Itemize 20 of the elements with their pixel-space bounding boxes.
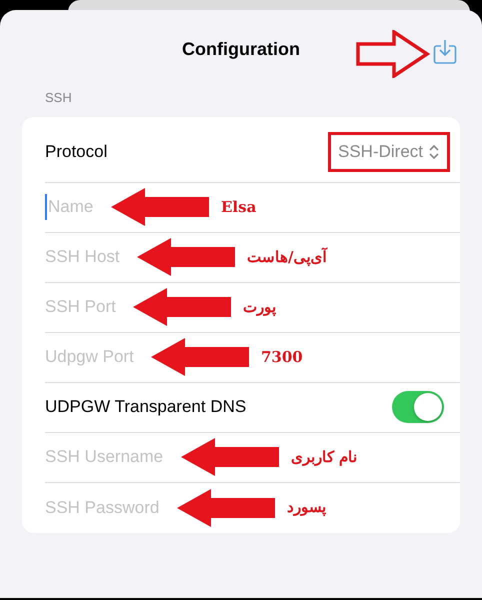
protocol-picker[interactable]: SSH-Direct [336,139,442,165]
annotation-text: Elsa [221,196,256,218]
input-field[interactable]: SSH Password [45,494,163,520]
annotation-text: نام کاربری [291,446,358,468]
annotation-text: 7300 [261,346,303,368]
input-field[interactable]: Name [45,194,97,220]
annotation-text: پسورد [287,497,326,518]
input-field[interactable]: SSH Username [45,444,167,470]
annotation-text: پورت [243,296,276,318]
input-field[interactable]: Udpgw Port [45,344,137,370]
annotation-text: آی‌پی/هاست [247,246,326,268]
toggle-switch[interactable] [392,391,444,423]
input-field[interactable]: SSH Host [45,244,123,270]
chevron-icon [428,144,440,160]
save-icon[interactable] [432,38,458,66]
input-field[interactable]: SSH Port [45,294,119,320]
field-label: UDPGW Transparent DNS [45,396,246,418]
section-label: SSH [44,89,73,107]
field-label: Protocol [45,141,108,164]
sheet-title: Configuration [182,38,300,61]
